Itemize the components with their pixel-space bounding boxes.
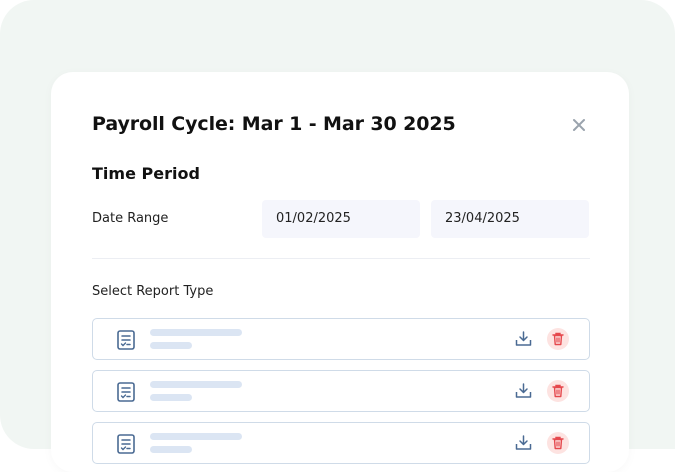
report-item[interactable] bbox=[92, 422, 590, 464]
section-divider bbox=[92, 258, 590, 259]
report-name-placeholder bbox=[150, 381, 242, 388]
download-icon[interactable] bbox=[515, 331, 532, 347]
payroll-report-dialog: Payroll Cycle: Mar 1 - Mar 30 2025 Time … bbox=[51, 72, 629, 472]
report-document-icon bbox=[117, 434, 135, 454]
delete-button[interactable] bbox=[547, 328, 569, 350]
dialog-title: Payroll Cycle: Mar 1 - Mar 30 2025 bbox=[92, 113, 456, 135]
trash-icon bbox=[552, 332, 564, 346]
start-date-field[interactable]: 01/02/2025 bbox=[262, 200, 420, 238]
report-name-placeholder bbox=[150, 329, 242, 336]
report-meta-placeholder bbox=[150, 342, 192, 349]
time-period-heading: Time Period bbox=[92, 164, 200, 183]
report-meta-placeholder bbox=[150, 394, 192, 401]
end-date-field[interactable]: 23/04/2025 bbox=[431, 200, 589, 238]
report-document-icon bbox=[117, 382, 135, 402]
report-item[interactable] bbox=[92, 370, 590, 412]
trash-icon bbox=[552, 384, 564, 398]
delete-button[interactable] bbox=[547, 380, 569, 402]
report-item[interactable] bbox=[92, 318, 590, 360]
report-type-label: Select Report Type bbox=[92, 284, 214, 299]
download-icon[interactable] bbox=[515, 383, 532, 399]
trash-icon bbox=[552, 436, 564, 450]
report-name-placeholder bbox=[150, 433, 242, 440]
delete-button[interactable] bbox=[547, 432, 569, 454]
close-icon[interactable] bbox=[571, 117, 587, 133]
report-meta-placeholder bbox=[150, 446, 192, 453]
date-range-label: Date Range bbox=[92, 211, 169, 226]
report-document-icon bbox=[117, 330, 135, 350]
